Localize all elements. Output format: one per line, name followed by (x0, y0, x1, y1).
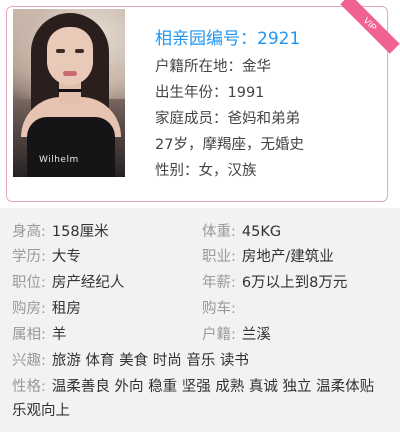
section-divider (0, 208, 400, 216)
zodiac-field: 属相: 羊 (12, 323, 66, 347)
detail-row-position-salary: 职位: 房产经纪人 年薪: 6万以上到8万元 (12, 271, 392, 295)
personality-label: 性格: (12, 379, 46, 395)
position-value: 房产经纪人 (51, 275, 125, 291)
car-field: 购车: (202, 297, 242, 321)
detail-row-education-job: 学历: 大专 职业: 房地产/建筑业 (12, 245, 392, 269)
salary-value: 6万以上到8万元 (241, 275, 348, 291)
hometown-line: 户籍所在地：金华 (155, 59, 271, 75)
birth-year-line: 出生年份：1991 (155, 85, 265, 101)
weight-field: 体重: 45KG (202, 220, 281, 244)
family-line: 家庭成员：爸妈和弟弟 (155, 111, 300, 127)
photo-choker (58, 89, 82, 92)
photo-black-top (27, 117, 115, 177)
height-label: 身高: (12, 224, 46, 240)
weight-label: 体重: (202, 224, 236, 240)
registry-field: 户籍: 兰溪 (202, 323, 271, 347)
salary-label: 年薪: (202, 275, 236, 291)
zodiac-label: 属相: (12, 327, 46, 343)
weight-value: 45KG (241, 224, 282, 240)
detail-row-zodiac-registry: 属相: 羊 户籍: 兰溪 (12, 323, 392, 347)
house-field: 购房: 租房 (12, 297, 81, 321)
photo-shirt-print: Wilhelm (39, 155, 79, 165)
hobbies-label: 兴趣: (12, 353, 46, 369)
profile-info: 相亲园编号：2921 户籍所在地：金华 出生年份：1991 家庭成员：爸妈和弟弟… (155, 27, 387, 183)
photo-eye-right (75, 49, 84, 53)
job-label: 职业: (202, 249, 236, 265)
profile-id-title: 相亲园编号：2921 (155, 29, 301, 49)
details-section: 身高: 158厘米 体重: 45KG 学历: 大专 职业: 房地产/建筑业 职位: 房产经… (0, 216, 400, 432)
zodiac-value: 羊 (51, 327, 67, 343)
hobbies-value: 旅游 体育 美食 时尚 音乐 读书 (51, 353, 249, 369)
house-value: 租房 (51, 301, 81, 317)
profile-card: Wilhelm VIP 相亲园编号：2921 户籍所在地：金华 出生年份：199… (6, 0, 400, 202)
photo-eye-left (56, 49, 65, 53)
position-field: 职位: 房产经纪人 (12, 271, 124, 295)
height-field: 身高: 158厘米 (12, 220, 109, 244)
salary-field: 年薪: 6万以上到8万元 (202, 271, 347, 295)
job-field: 职业: 房地产/建筑业 (202, 245, 334, 269)
job-value: 房地产/建筑业 (241, 249, 334, 265)
personality-field: 性格: 温柔善良 外向 稳重 坚强 成熟 真诚 独立 温柔体贴 乐观向上 (12, 375, 392, 423)
registry-label: 户籍: (202, 327, 236, 343)
car-label: 购车: (202, 301, 236, 317)
hobbies-field: 兴趣: 旅游 体育 美食 时尚 音乐 读书 (12, 349, 392, 373)
gender-line: 性别：女，汉族 (155, 163, 257, 179)
education-field: 学历: 大专 (12, 245, 81, 269)
detail-row-house-car: 购房: 租房 购车: (12, 297, 392, 321)
height-value: 158厘米 (51, 224, 109, 240)
position-label: 职位: (12, 275, 46, 291)
education-label: 学历: (12, 249, 46, 265)
photo-lips (63, 71, 77, 76)
summary-line: 27岁，摩羯座，无婚史 (155, 137, 304, 153)
house-label: 购房: (12, 301, 46, 317)
personality-value: 温柔善良 外向 稳重 坚强 成熟 真诚 独立 温柔体贴 乐观向上 (12, 379, 375, 419)
profile-photo[interactable]: Wilhelm (13, 9, 125, 177)
education-value: 大专 (51, 249, 81, 265)
detail-row-height-weight: 身高: 158厘米 体重: 45KG (12, 220, 392, 244)
photo-face (47, 27, 93, 85)
registry-value: 兰溪 (241, 327, 271, 343)
